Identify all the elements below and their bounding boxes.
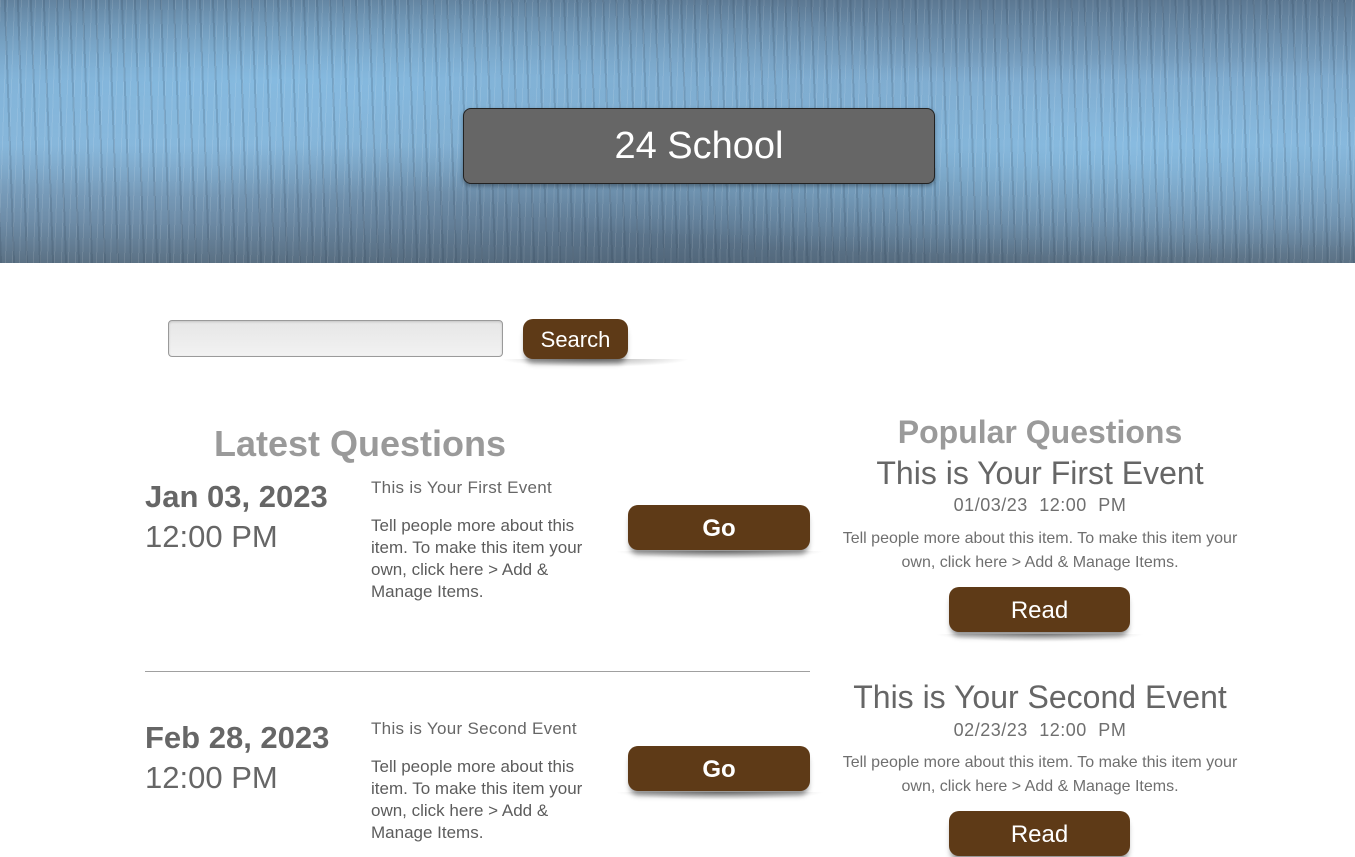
- event-description: Tell people more about this item. To mak…: [371, 757, 583, 842]
- popular-event-time: 12:00 PM: [1039, 720, 1127, 740]
- search-button[interactable]: Search: [523, 319, 628, 359]
- header-banner: 24 School: [0, 0, 1355, 263]
- site-title: 24 School: [463, 108, 935, 184]
- popular-event-time: 12:00 PM: [1039, 495, 1127, 515]
- event-title: This is Your Second Event: [371, 719, 577, 738]
- go-button-shadow: [615, 551, 825, 559]
- go-button[interactable]: Go: [628, 746, 810, 791]
- read-button-shadow: [935, 634, 1145, 642]
- event-date: Jan 03, 2023: [145, 479, 328, 514]
- popular-event-description: Tell people more about this item. To mak…: [842, 530, 1238, 571]
- go-button-shadow: [615, 792, 825, 800]
- event-date: Feb 28, 2023: [145, 720, 330, 755]
- go-button[interactable]: Go: [628, 505, 810, 550]
- popular-event-date: 01/03/23: [953, 495, 1028, 515]
- search-shadow: [500, 359, 690, 367]
- popular-event-datetime: 02/23/23 12:00 PM: [835, 720, 1245, 741]
- event-time: 12:00 PM: [145, 760, 278, 795]
- search-input[interactable]: [168, 320, 503, 357]
- divider: [145, 671, 810, 672]
- latest-questions-heading: Latest Questions: [213, 423, 507, 464]
- popular-event-title: This is Your First Event: [876, 455, 1204, 491]
- popular-event-datetime: 01/03/23 12:00 PM: [835, 495, 1245, 516]
- read-button[interactable]: Read: [949, 587, 1130, 632]
- event-description: Tell people more about this item. To mak…: [371, 516, 583, 601]
- popular-event-title: This is Your Second Event: [853, 679, 1227, 715]
- popular-event-date: 02/23/23: [953, 720, 1028, 740]
- popular-questions-heading: Popular Questions: [897, 414, 1183, 450]
- event-time: 12:00 PM: [145, 519, 278, 554]
- event-title: This is Your First Event: [371, 478, 553, 497]
- popular-event-description: Tell people more about this item. To mak…: [842, 754, 1238, 795]
- read-button[interactable]: Read: [949, 811, 1130, 856]
